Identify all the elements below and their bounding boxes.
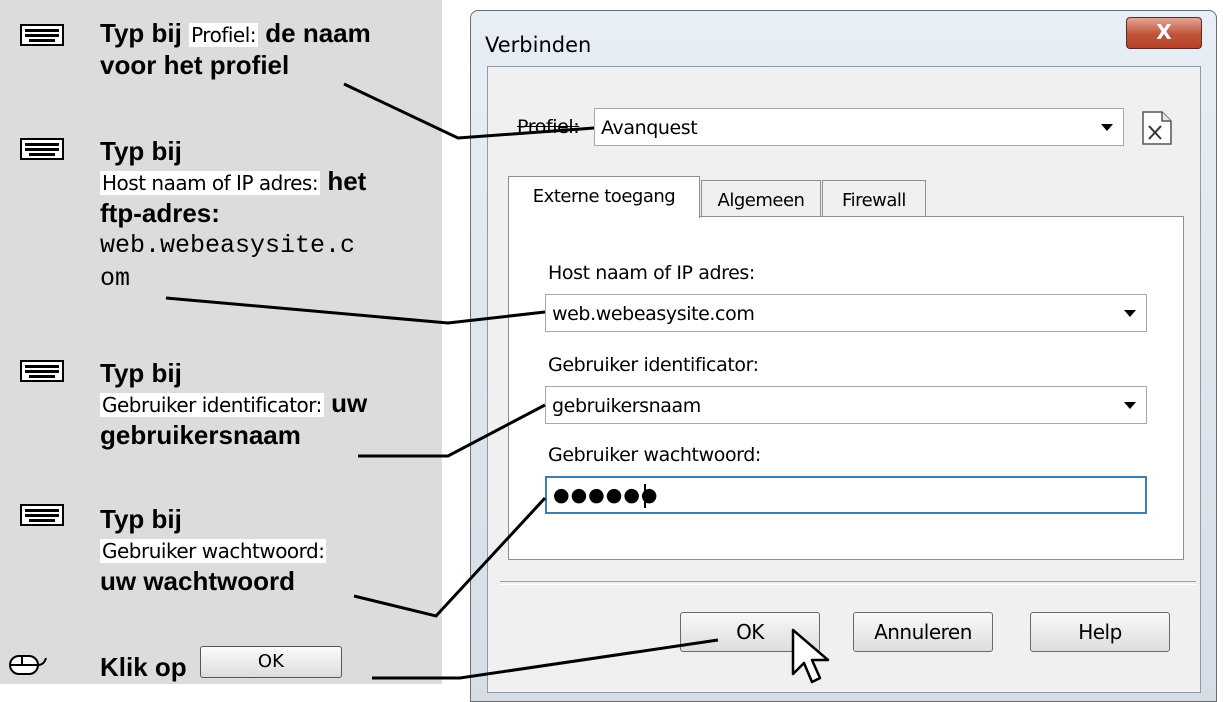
step-field-name: Host naam of IP adres:: [100, 171, 321, 195]
step-prefix: Typ bij: [100, 18, 182, 48]
host-label: Host naam of IP adres:: [548, 262, 755, 284]
step-line: ftp-adres:: [100, 198, 220, 228]
delete-profile-icon[interactable]: [1140, 110, 1174, 146]
chevron-down-icon[interactable]: [1101, 124, 1113, 131]
tab-externe-toegang[interactable]: Externe toegang: [508, 176, 700, 218]
mouse-pointer-icon: [791, 628, 830, 684]
step-suffix: de naam: [265, 18, 371, 48]
profile-value: Avanquest: [601, 117, 698, 139]
divider: [500, 581, 1196, 585]
step-line: gebruikersnaam: [100, 420, 301, 450]
instruction-step-ok: Klik op OK: [100, 646, 342, 682]
text-cursor: [644, 484, 646, 508]
keyboard-icon: [20, 138, 64, 160]
cancel-button[interactable]: Annuleren: [853, 612, 993, 652]
profile-label: Profiel:: [517, 116, 580, 138]
ftp-address-text: web.webeasysite.c: [100, 231, 356, 260]
password-label: Gebruiker wachtwoord:: [548, 444, 761, 466]
password-field[interactable]: ●●●●●●: [545, 476, 1147, 514]
user-value: gebruikersnaam: [552, 395, 701, 417]
chevron-down-icon[interactable]: [1124, 402, 1136, 409]
step-suffix: uw: [331, 388, 368, 418]
keyboard-icon: [20, 360, 64, 382]
step-line: uw wachtwoord: [100, 566, 295, 596]
step-prefix: Klik op: [100, 652, 187, 682]
instruction-step-password: Typ bij Gebruiker wachtwoord: uw wachtwo…: [100, 504, 327, 596]
dialog-title: Verbinden: [485, 33, 592, 57]
user-label: Gebruiker identificator:: [548, 354, 759, 376]
step-field-name: Gebruiker wachtwoord:: [100, 539, 327, 563]
close-button[interactable]: X: [1126, 17, 1202, 49]
keyboard-icon: [20, 504, 64, 526]
tab-firewall[interactable]: Firewall: [822, 180, 926, 216]
step-field-name: Profiel:: [189, 23, 259, 47]
step-suffix: het: [327, 166, 367, 196]
help-button[interactable]: Help: [1030, 612, 1170, 652]
instruction-step-profile: Typ bij Profiel: de naam voor het profie…: [100, 18, 371, 80]
user-combobox[interactable]: gebruikersnaam: [545, 386, 1147, 424]
step-field-name: Gebruiker identificator:: [100, 393, 324, 417]
instruction-step-user: Typ bij Gebruiker identificator: uw gebr…: [100, 358, 367, 450]
step-prefix: Typ bij: [100, 504, 182, 534]
host-combobox[interactable]: web.webeasysite.com: [545, 294, 1147, 332]
host-value: web.webeasysite.com: [552, 303, 755, 325]
mouse-icon: [9, 655, 47, 675]
password-value: ●●●●●●: [553, 484, 659, 506]
ok-button-illustration: OK: [199, 646, 342, 678]
keyboard-icon: [20, 24, 64, 46]
ftp-address-text: om: [100, 264, 131, 293]
instruction-step-host: Typ bij Host naam of IP adres: het ftp-a…: [100, 136, 366, 294]
step-prefix: Typ bij: [100, 136, 182, 166]
profile-combobox[interactable]: Avanquest: [594, 108, 1124, 146]
step-prefix: Typ bij: [100, 358, 182, 388]
chevron-down-icon[interactable]: [1124, 310, 1136, 317]
step-line: voor het profiel: [100, 50, 290, 80]
tab-algemeen[interactable]: Algemeen: [701, 180, 821, 216]
